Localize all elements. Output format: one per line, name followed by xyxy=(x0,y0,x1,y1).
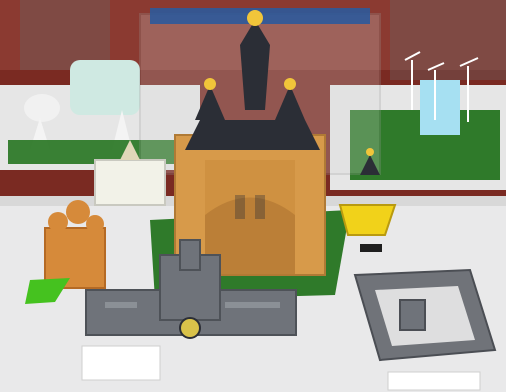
chairs-left xyxy=(20,0,110,70)
left-back-building xyxy=(70,60,140,115)
cathedral-window-1 xyxy=(235,195,245,219)
exhibition-photo xyxy=(0,0,506,392)
cathedral-window-2 xyxy=(255,195,265,219)
right-caption-card xyxy=(387,371,481,391)
small-church xyxy=(94,159,166,206)
cathedral-roof xyxy=(185,120,320,150)
clock-icon xyxy=(179,317,201,339)
right-gold-dome xyxy=(284,78,296,90)
chairs-right xyxy=(390,0,506,80)
gray-courtyard xyxy=(353,268,497,362)
photo-scene xyxy=(0,0,506,392)
left-caption-card xyxy=(81,345,161,381)
radar-dish xyxy=(24,94,60,122)
central-gold-dome xyxy=(247,10,263,26)
left-gold-dome xyxy=(204,78,216,90)
small-black-sign xyxy=(360,244,382,252)
wind-building xyxy=(420,80,460,135)
